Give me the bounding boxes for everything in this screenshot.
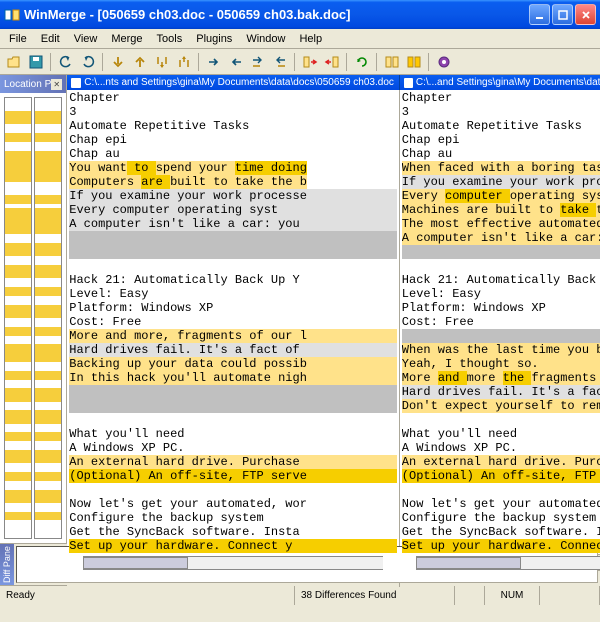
right-pane: Chapter3Automate Repetitive TasksChap ep… (400, 90, 600, 587)
menubar: File Edit View Merge Tools Plugins Windo… (0, 29, 600, 49)
location-panel: Location P ✕ (0, 75, 67, 543)
toolbar (0, 49, 600, 75)
menu-plugins[interactable]: Plugins (189, 31, 239, 47)
save-icon[interactable] (26, 52, 46, 72)
open-icon[interactable] (4, 52, 24, 72)
window-title: WinMerge - [050659 ch03.doc - 050659 ch0… (24, 7, 529, 22)
menu-tools[interactable]: Tools (150, 31, 190, 47)
maximize-button[interactable] (552, 4, 573, 25)
app-icon (4, 7, 20, 23)
left-file-titlebar[interactable]: C:\...nts and Settings\gina\My Documents… (67, 75, 399, 90)
left-pane: Chapter3Automate Repetitive TasksChap ep… (67, 90, 400, 587)
location-bar-right[interactable] (34, 97, 62, 539)
statusbar: Ready 38 Differences Found NUM (0, 585, 600, 605)
copy-left-advance-icon[interactable] (270, 52, 290, 72)
window-titlebar: WinMerge - [050659 ch03.doc - 050659 ch0… (0, 0, 600, 29)
location-bar-left[interactable] (4, 97, 32, 539)
right-text-area[interactable]: Chapter3Automate Repetitive TasksChap ep… (400, 90, 600, 554)
copy-right-advance-icon[interactable] (248, 52, 268, 72)
all-right-icon[interactable] (300, 52, 320, 72)
right-file-titlebar[interactable]: C:\...and Settings\gina\My Documents\dat… (399, 75, 600, 90)
scroll-thumb[interactable] (416, 557, 521, 569)
right-file-path: C:\...and Settings\gina\My Documents\dat… (416, 77, 600, 88)
redo-icon[interactable] (78, 52, 98, 72)
right-scrollbar[interactable]: ◀ ▶ (400, 554, 600, 570)
refresh-icon[interactable] (352, 52, 372, 72)
menu-merge[interactable]: Merge (104, 31, 149, 47)
copy-left-icon[interactable] (226, 52, 246, 72)
left-text-area[interactable]: Chapter3Automate Repetitive TasksChap ep… (67, 90, 399, 554)
undo-icon[interactable] (56, 52, 76, 72)
status-diffcount: 38 Differences Found (295, 586, 455, 605)
diff-pane-label[interactable]: Diff Pane (0, 544, 14, 585)
first-diff-icon[interactable] (382, 52, 402, 72)
menu-edit[interactable]: Edit (34, 31, 67, 47)
minimize-button[interactable] (529, 4, 550, 25)
copy-right-icon[interactable] (204, 52, 224, 72)
left-file-path: C:\...nts and Settings\gina\My Documents… (84, 77, 394, 88)
menu-help[interactable]: Help (292, 31, 329, 47)
location-panel-header[interactable]: Location P ✕ (0, 75, 66, 93)
options-icon[interactable] (434, 52, 454, 72)
menu-file[interactable]: File (2, 31, 34, 47)
close-button[interactable] (575, 4, 596, 25)
status-numlock: NUM (485, 586, 540, 605)
menu-window[interactable]: Window (239, 31, 292, 47)
location-panel-close-icon[interactable]: ✕ (51, 79, 62, 90)
doc-icon (404, 78, 413, 88)
prev-conflict-icon[interactable] (174, 52, 194, 72)
left-scrollbar[interactable]: ◀ ▶ (67, 554, 399, 570)
status-ready: Ready (0, 586, 295, 605)
next-conflict-icon[interactable] (152, 52, 172, 72)
doc-icon (71, 78, 81, 88)
location-panel-title: Location P (4, 79, 51, 90)
scroll-thumb[interactable] (83, 557, 188, 569)
next-diff-icon[interactable] (108, 52, 128, 72)
current-diff-icon[interactable] (404, 52, 424, 72)
all-left-icon[interactable] (322, 52, 342, 72)
menu-view[interactable]: View (67, 31, 105, 47)
prev-diff-icon[interactable] (130, 52, 150, 72)
